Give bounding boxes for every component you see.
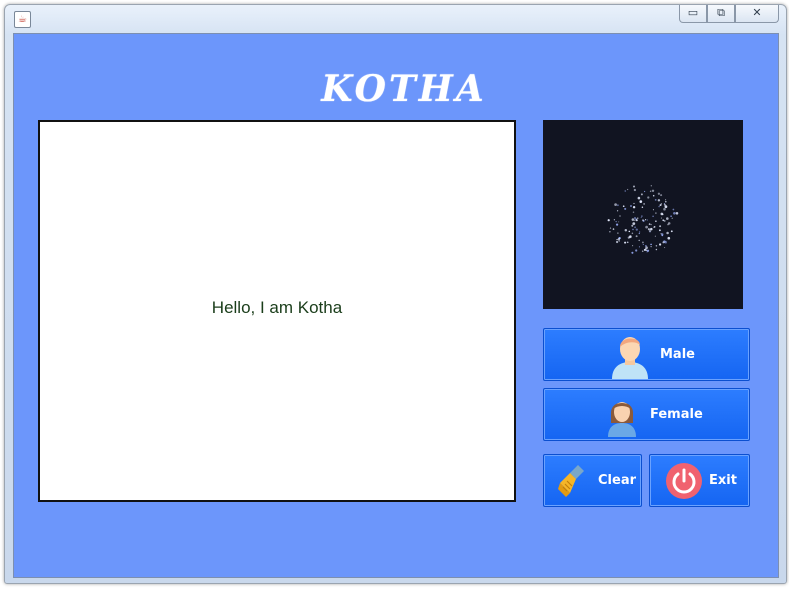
particle-sphere	[607, 185, 679, 254]
exit-button-label: Exit	[709, 473, 737, 488]
male-button-label: Male	[660, 347, 695, 362]
male-avatar-icon	[612, 336, 648, 379]
close-button[interactable]: ✕	[735, 5, 779, 23]
clear-button[interactable]: Clear	[543, 454, 642, 507]
female-avatar-icon	[608, 401, 636, 437]
male-button[interactable]: Male	[543, 328, 750, 381]
app-logo: KOTHA	[321, 68, 487, 110]
minimize-button[interactable]: ▭	[679, 5, 707, 23]
chat-message: Hello, I am Kotha	[211, 298, 343, 317]
voice-visualizer	[543, 120, 743, 309]
title-bar[interactable]: ☕ ▭ ⧉ ✕	[5, 5, 786, 33]
maximize-button[interactable]: ⧉	[707, 5, 735, 23]
java-icon[interactable]: ☕	[14, 11, 31, 28]
clear-button-label: Clear	[598, 473, 636, 488]
chat-display[interactable]: Hello, I am Kotha	[38, 120, 516, 502]
app-window: ☕ ▭ ⧉ ✕ KOTHA Hello, I am Kotha Male Fem…	[4, 4, 787, 584]
broom-icon	[558, 464, 584, 497]
window-controls: ▭ ⧉ ✕	[679, 5, 779, 23]
female-button[interactable]: Female	[543, 388, 750, 441]
power-icon	[666, 462, 702, 499]
exit-button[interactable]: Exit	[649, 454, 750, 507]
female-button-label: Female	[650, 407, 703, 422]
main-panel: KOTHA Hello, I am Kotha Male Female Clea…	[13, 33, 779, 578]
